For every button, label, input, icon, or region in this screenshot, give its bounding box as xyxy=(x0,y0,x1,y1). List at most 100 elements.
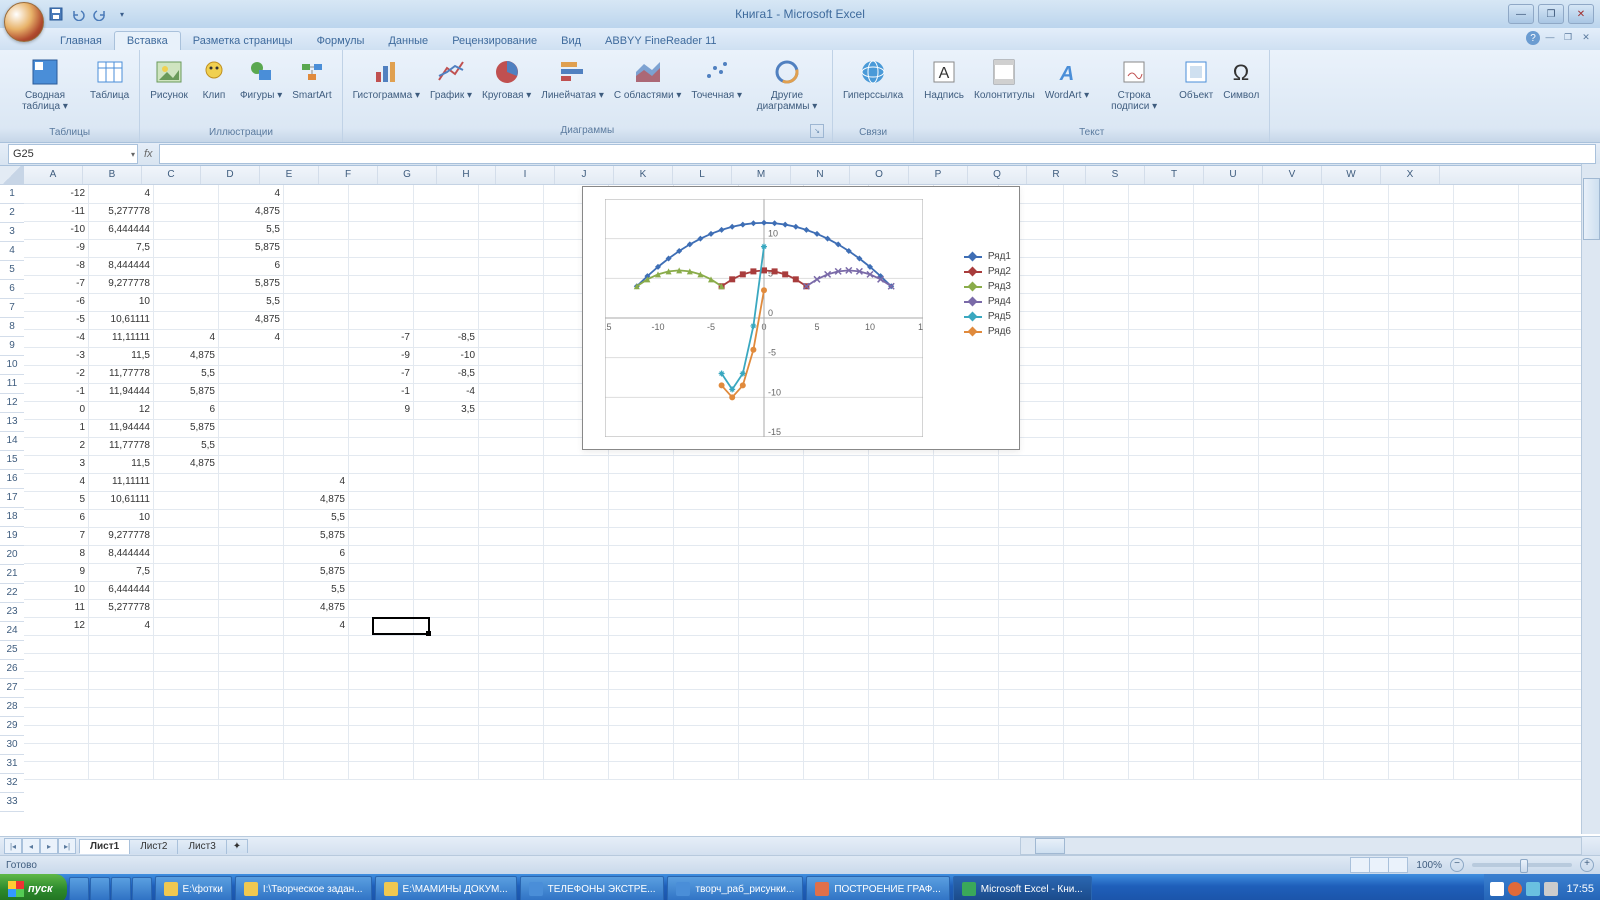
cell[interactable] xyxy=(1389,437,1454,456)
column-header[interactable]: W xyxy=(1322,166,1381,184)
cell[interactable]: 5,277778 xyxy=(89,203,154,222)
cell[interactable] xyxy=(1129,491,1194,510)
cell[interactable]: 4 xyxy=(24,473,89,492)
cell[interactable]: 4 xyxy=(284,617,349,636)
sheet-nav-first[interactable]: |◂ xyxy=(4,838,22,854)
hyperlink-button[interactable]: Гиперссылка xyxy=(839,54,907,103)
row-header[interactable]: 17 xyxy=(0,489,24,508)
cell[interactable] xyxy=(414,689,479,708)
taskbar-item[interactable]: E:\фотки xyxy=(155,876,232,900)
cell[interactable] xyxy=(1519,185,1584,204)
cell[interactable]: 4,875 xyxy=(154,347,219,366)
cell[interactable] xyxy=(1259,743,1324,762)
cell[interactable] xyxy=(479,743,544,762)
cell[interactable] xyxy=(934,707,999,726)
row-header[interactable]: 4 xyxy=(0,242,24,261)
cell[interactable] xyxy=(544,725,609,744)
tray-volume-icon[interactable] xyxy=(1544,882,1558,896)
cell[interactable] xyxy=(219,599,284,618)
column-header[interactable]: P xyxy=(909,166,968,184)
cell[interactable] xyxy=(284,635,349,654)
cell[interactable] xyxy=(739,671,804,690)
cell[interactable] xyxy=(1064,365,1129,384)
column-header[interactable]: R xyxy=(1027,166,1086,184)
cell[interactable] xyxy=(414,617,479,636)
cell[interactable]: -9 xyxy=(24,239,89,258)
cell[interactable] xyxy=(1194,365,1259,384)
cell[interactable] xyxy=(1454,365,1519,384)
tray-icon[interactable] xyxy=(1526,882,1540,896)
cell[interactable]: -8,5 xyxy=(414,365,479,384)
cell[interactable] xyxy=(1259,653,1324,672)
cell[interactable] xyxy=(1454,563,1519,582)
column-header[interactable]: T xyxy=(1145,166,1204,184)
cell[interactable] xyxy=(804,491,869,510)
cell[interactable] xyxy=(284,185,349,204)
cell[interactable] xyxy=(1064,239,1129,258)
cell[interactable] xyxy=(674,635,739,654)
cell[interactable] xyxy=(1324,419,1389,438)
symbol-button[interactable]: ΩСимвол xyxy=(1219,54,1263,103)
cell[interactable] xyxy=(1194,203,1259,222)
cell[interactable] xyxy=(934,653,999,672)
cell[interactable]: 6 xyxy=(24,509,89,528)
cell[interactable]: 4,875 xyxy=(284,491,349,510)
cell[interactable]: 7 xyxy=(24,527,89,546)
cell[interactable] xyxy=(804,455,869,474)
cell[interactable] xyxy=(349,437,414,456)
cell[interactable] xyxy=(1129,707,1194,726)
cell[interactable] xyxy=(804,689,869,708)
cell[interactable] xyxy=(1324,383,1389,402)
cell[interactable] xyxy=(1129,689,1194,708)
cell[interactable] xyxy=(1129,599,1194,618)
cell[interactable] xyxy=(479,599,544,618)
cell[interactable] xyxy=(869,545,934,564)
cell[interactable] xyxy=(869,491,934,510)
cell[interactable] xyxy=(1324,257,1389,276)
cell[interactable] xyxy=(1194,563,1259,582)
cell[interactable] xyxy=(804,599,869,618)
cell[interactable] xyxy=(1454,221,1519,240)
cell[interactable]: 6,444444 xyxy=(89,581,154,600)
cell[interactable] xyxy=(1259,185,1324,204)
cell[interactable]: 6 xyxy=(219,257,284,276)
cell[interactable] xyxy=(609,491,674,510)
cell[interactable] xyxy=(414,545,479,564)
cell[interactable] xyxy=(154,707,219,726)
cell[interactable] xyxy=(1454,491,1519,510)
cell[interactable] xyxy=(479,761,544,780)
cell[interactable] xyxy=(479,419,544,438)
cell[interactable] xyxy=(999,563,1064,582)
column-header[interactable]: S xyxy=(1086,166,1145,184)
cell[interactable] xyxy=(219,635,284,654)
taskbar-item[interactable]: E:\МАМИНЫ ДОКУМ... xyxy=(375,876,517,900)
cell[interactable]: 10,61111 xyxy=(89,491,154,510)
cell[interactable] xyxy=(804,653,869,672)
cell[interactable] xyxy=(349,545,414,564)
start-button[interactable]: пуск xyxy=(0,874,67,900)
cell[interactable] xyxy=(1324,365,1389,384)
sheet-nav-next[interactable]: ▸ xyxy=(40,838,58,854)
undo-icon[interactable] xyxy=(70,6,86,22)
taskbar-item[interactable]: Microsoft Excel - Кни... xyxy=(953,876,1092,900)
cell[interactable] xyxy=(1194,239,1259,258)
cell[interactable] xyxy=(349,185,414,204)
quicklaunch-item[interactable] xyxy=(132,877,152,900)
column-header[interactable]: F xyxy=(319,166,378,184)
cell[interactable] xyxy=(674,725,739,744)
cell[interactable] xyxy=(1259,473,1324,492)
cell[interactable] xyxy=(544,761,609,780)
cell[interactable] xyxy=(1194,473,1259,492)
cell[interactable] xyxy=(934,545,999,564)
cell[interactable] xyxy=(1324,311,1389,330)
cell[interactable] xyxy=(1129,293,1194,312)
embedded-chart[interactable]: -15-10-5051015-15-10-5051015 Ряд1Ряд2Ряд… xyxy=(582,186,1020,450)
cell[interactable]: -4 xyxy=(24,329,89,348)
cell[interactable] xyxy=(804,617,869,636)
cell[interactable] xyxy=(544,707,609,726)
cell[interactable] xyxy=(869,509,934,528)
row-header[interactable]: 10 xyxy=(0,356,24,375)
cell[interactable] xyxy=(1194,635,1259,654)
cell[interactable] xyxy=(1259,509,1324,528)
fx-icon[interactable]: fx xyxy=(144,148,153,160)
